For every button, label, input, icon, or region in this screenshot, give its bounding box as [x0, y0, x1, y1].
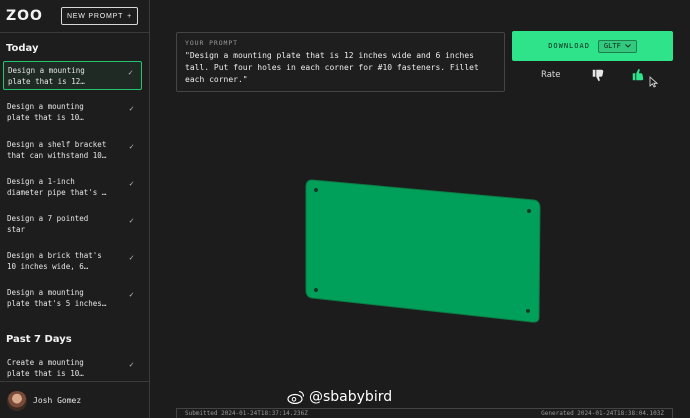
check-icon: ✓ [128, 68, 133, 77]
submitted-timestamp: Submitted 2024-01-24T18:37:14.236Z [185, 410, 308, 417]
history-item[interactable]: Design a shelf bracket that can withstan… [3, 136, 142, 165]
status-footer: Submitted 2024-01-24T18:37:14.236Z Gener… [176, 408, 673, 418]
download-button[interactable]: DOWNLOAD GLTF [512, 31, 673, 61]
history-item[interactable]: Design a mounting plate that's 5 inches…… [3, 284, 142, 313]
prompt-label: YOUR PROMPT [185, 39, 238, 47]
plate-hole [526, 309, 530, 313]
avatar [7, 391, 27, 411]
check-icon: ✓ [129, 216, 134, 225]
history-item[interactable]: Design a mounting plate that is 12… ✓ [3, 61, 142, 90]
new-prompt-label: NEW PROMPT [66, 12, 124, 20]
prompt-text: "Design a mounting plate that is 12 inch… [185, 51, 479, 84]
mouse-cursor-icon [649, 76, 658, 88]
history-item-label: Design a mounting plate that is 10… [7, 102, 84, 122]
sidebar: ZOO NEW PROMPT + Today Design a mounting… [0, 0, 150, 418]
mounting-plate-model [305, 179, 541, 323]
watermark-text: @sbabybird [309, 389, 393, 405]
rate-label: Rate [541, 70, 561, 80]
history-item-label: Design a 7 pointed star [7, 214, 89, 234]
thumbs-down-icon[interactable] [591, 68, 605, 82]
format-select[interactable]: GLTF [597, 39, 637, 53]
history-item-label: Create a mounting plate that is 10… [7, 358, 84, 378]
thumbs-up-icon[interactable] [631, 68, 645, 82]
history-item-label: Design a 1-inch diameter pipe that's … [7, 177, 107, 197]
sidebar-header: ZOO NEW PROMPT + [0, 0, 150, 33]
download-label: DOWNLOAD [548, 42, 590, 50]
check-icon: ✓ [129, 142, 134, 151]
history-item-label: Design a shelf bracket that can withstan… [7, 140, 107, 160]
plate-hole [314, 288, 318, 292]
check-icon: ✓ [129, 360, 134, 369]
plate-hole [314, 188, 318, 192]
section-title-today: Today [6, 43, 39, 54]
history-item-label: Design a mounting plate that's 5 inches… [7, 288, 107, 308]
check-icon: ✓ [129, 290, 134, 299]
check-icon: ✓ [129, 253, 134, 262]
history-item-label: Design a brick that's 10 inches wide, 6… [7, 251, 102, 271]
check-icon: ✓ [129, 104, 134, 113]
prompt-box: YOUR PROMPT "Design a mounting plate tha… [176, 32, 505, 92]
history-item[interactable]: Design a 7 pointed star ✓ [3, 210, 142, 239]
history-item[interactable]: Create a mounting plate that is 10… ✓ [3, 354, 142, 383]
watermark: @sbabybird [287, 389, 392, 405]
format-value: GLTF [603, 42, 621, 50]
user-name: Josh Gomez [33, 396, 82, 405]
generated-timestamp: Generated 2024-01-24T18:38:04.103Z [541, 410, 664, 417]
plus-icon: + [127, 12, 133, 20]
history-item-label: Design a mounting plate that is 12… [8, 66, 85, 86]
weibo-logo-icon [287, 390, 305, 404]
new-prompt-button[interactable]: NEW PROMPT + [61, 7, 138, 25]
section-title-past-7-days: Past 7 Days [6, 334, 72, 345]
user-profile[interactable]: Josh Gomez [0, 381, 150, 418]
chevron-down-icon [624, 44, 631, 48]
history-item[interactable]: Design a brick that's 10 inches wide, 6…… [3, 247, 142, 276]
check-icon: ✓ [129, 179, 134, 188]
history-item[interactable]: Design a 1-inch diameter pipe that's … ✓ [3, 173, 142, 202]
history-item[interactable]: Design a mounting plate that is 10… ✓ [3, 98, 142, 127]
plate-hole [527, 209, 531, 213]
zoo-logo[interactable]: ZOO [6, 8, 43, 24]
